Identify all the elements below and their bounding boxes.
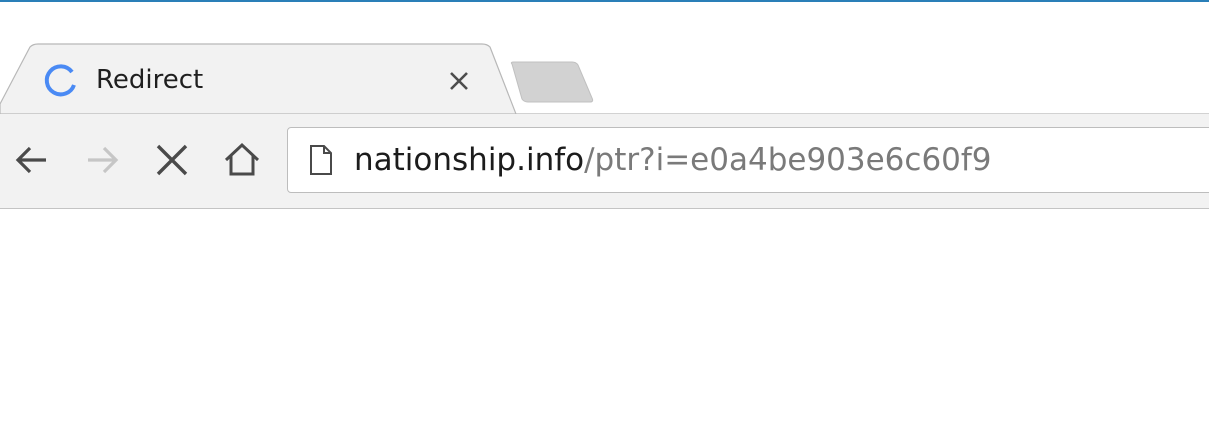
tab-shape bbox=[0, 43, 1209, 115]
close-icon[interactable] bbox=[444, 66, 474, 96]
url-path: /ptr?i=e0a4be903e6c60f9 bbox=[584, 142, 992, 178]
tab-title[interactable]: Redirect bbox=[96, 62, 203, 98]
back-arrow-icon[interactable] bbox=[12, 140, 52, 180]
address-bar[interactable]: nationship.info/ptr?i=e0a4be903e6c60f9 bbox=[287, 127, 1209, 193]
url-host: nationship.info bbox=[354, 142, 585, 178]
tab-strip: Redirect bbox=[0, 0, 1209, 116]
url-text[interactable]: nationship.info/ptr?i=e0a4be903e6c60f9 bbox=[354, 140, 992, 180]
stop-icon[interactable] bbox=[152, 140, 192, 180]
new-tab-button[interactable] bbox=[506, 60, 598, 106]
forward-arrow-icon[interactable] bbox=[82, 140, 122, 180]
home-icon[interactable] bbox=[222, 140, 262, 180]
page-icon bbox=[308, 144, 334, 176]
browser-toolbar: nationship.info/ptr?i=e0a4be903e6c60f9 bbox=[0, 114, 1209, 209]
loading-spinner-icon bbox=[42, 63, 78, 99]
